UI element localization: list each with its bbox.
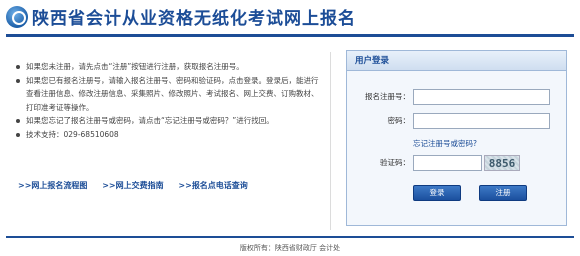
login-button[interactable]: 登录 [413,185,461,201]
logo-icon [6,6,28,28]
footer-divider [6,236,574,238]
quick-links: >>网上报名流程图 >>网上交费指南 >>报名点电话查询 [18,180,318,191]
notice-item: 如果您未注册，请先点击“注册”按钮进行注册，获取报名注册号。 [14,60,319,74]
password-input[interactable] [413,113,550,129]
password-row: 密码： [347,113,568,129]
link-registration-phone-lookup[interactable]: >>报名点电话查询 [178,181,247,190]
header-divider [6,34,574,37]
notice-item: 如果您已有报名注册号，请输入报名注册号、密码和验证码，点击登录。登录后，能进行查… [14,74,319,115]
vertical-divider [330,52,331,230]
password-label: 密码： [387,116,411,125]
page-header: 陕西省会计从业资格无纸化考试网上报名 [0,0,580,34]
notice-item: 技术支持：029-68510608 [14,128,319,142]
notice-panel: 如果您未注册，请先点击“注册”按钮进行注册，获取报名注册号。 如果您已有报名注册… [14,60,319,190]
register-button[interactable]: 注册 [479,185,527,201]
notice-item: 如果您忘记了报名注册号或密码，请点击“忘记注册号或密码？”进行找回。 [14,114,319,128]
captcha-image[interactable]: 8856 [484,155,520,171]
reg-number-input[interactable] [413,89,550,105]
captcha-label: 验证码： [380,158,410,167]
forgot-link[interactable]: 忘记注册号或密码? [413,138,477,149]
captcha-row: 验证码： 8856 [347,155,568,171]
link-registration-flowchart[interactable]: >>网上报名流程图 [18,181,87,190]
login-panel: 用户登录 报名注册号： 密码： 忘记注册号或密码? 验证码： 8856 登录 注… [346,50,567,226]
captcha-input[interactable] [413,155,482,171]
reg-number-label: 报名注册号： [365,92,410,101]
notice-list: 如果您未注册，请先点击“注册”按钮进行注册，获取报名注册号。 如果您已有报名注册… [14,60,319,141]
reg-number-row: 报名注册号： [347,89,568,105]
page-title: 陕西省会计从业资格无纸化考试网上报名 [32,9,356,29]
link-online-payment-guide[interactable]: >>网上交费指南 [102,181,163,190]
footer-copyright: 版权所有：陕西省财政厅 会计处 [239,244,341,252]
login-title: 用户登录 [347,51,566,71]
